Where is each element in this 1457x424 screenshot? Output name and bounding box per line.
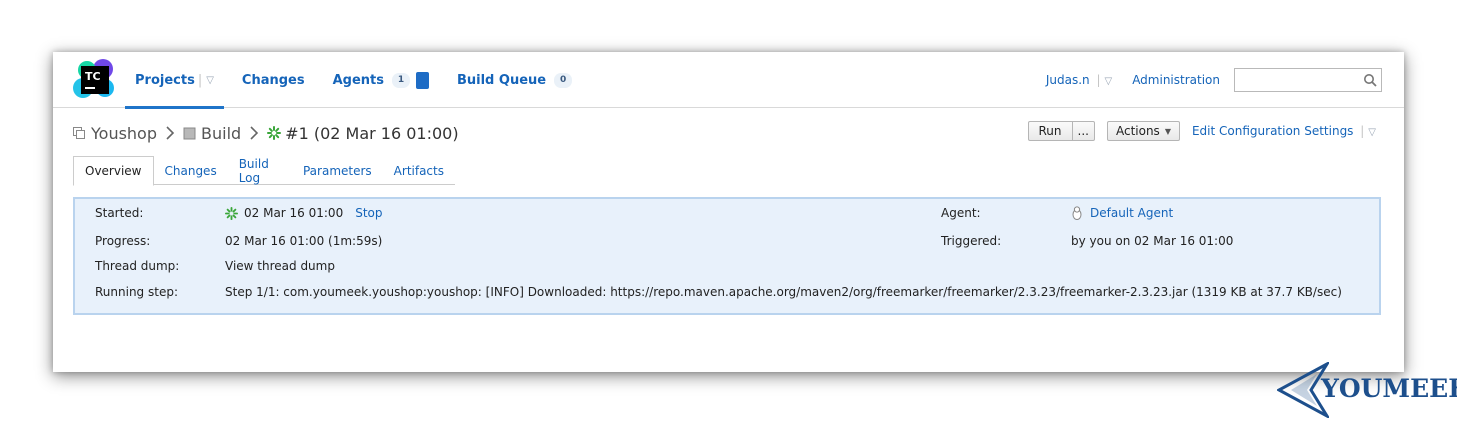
triggered-value: by you on 02 Mar 16 01:00 [1071, 234, 1234, 248]
breadcrumb-project[interactable]: Youshop [91, 124, 157, 143]
teamcity-logo[interactable]: TC [73, 58, 117, 102]
actions-button[interactable]: Actions ▼ [1106, 121, 1180, 141]
build-actions: Run ... Actions ▼ Edit Configuration Set… [1027, 120, 1376, 142]
nav-changes[interactable]: Changes [232, 52, 315, 108]
triggered-label: Triggered: [941, 234, 1002, 248]
chevron-down-icon[interactable]: ▽ [1104, 76, 1112, 87]
teamcity-window: TC Projects | ▽ Changes Agents 1 Build Q… [53, 52, 1404, 372]
agent-value: Default Agent [1071, 206, 1173, 220]
tab-artifacts[interactable]: Artifacts [383, 156, 455, 185]
nav-projects-label: Projects [135, 72, 195, 88]
thread-dump-label: Thread dump: [95, 259, 180, 273]
agent-link[interactable]: Default Agent [1090, 206, 1173, 220]
search-box [1234, 68, 1382, 92]
breadcrumb: Youshop Build #1 (02 Mar 16 01:00) [73, 122, 459, 144]
agent-label: Agent: [941, 206, 981, 220]
view-thread-dump-link[interactable]: View thread dump [225, 259, 335, 273]
nav-separator: | [197, 72, 203, 88]
user-menu[interactable]: Judas.n | ▽ [1046, 73, 1112, 87]
chevron-down-icon[interactable]: ▽ [1368, 127, 1376, 138]
header-right: Judas.n | ▽ Administration [1046, 52, 1382, 108]
actions-label: Actions [1115, 124, 1160, 138]
started-label: Started: [95, 206, 144, 220]
user-name: Judas.n [1045, 73, 1090, 87]
run-button[interactable]: Run [1027, 121, 1073, 141]
running-step-value: Step 1/1: com.youmeek.youshop:youshop: [… [225, 285, 1342, 299]
progress-value: 02 Mar 16 01:00 (1m:59s) [225, 234, 383, 248]
teamcity-logo-icon: TC [73, 59, 114, 98]
chevron-right-icon [250, 126, 259, 140]
chevron-down-icon[interactable]: ▽ [206, 75, 214, 86]
build-config-icon [183, 127, 196, 139]
running-step-label: Running step: [95, 285, 178, 299]
chevron-right-icon [166, 126, 175, 140]
nav-build-queue-label: Build Queue [456, 72, 547, 88]
tab-changes[interactable]: Changes [154, 156, 228, 185]
agent-status-icon [415, 71, 429, 89]
queue-count-badge: 0 [554, 72, 573, 88]
running-spinner-icon [267, 126, 282, 140]
run-custom-button[interactable]: ... [1072, 121, 1095, 141]
started-time: 02 Mar 16 01:00 [244, 206, 344, 220]
caret-down-icon: ▼ [1164, 126, 1171, 136]
main-nav: Projects | ▽ Changes Agents 1 Build Queu… [125, 52, 590, 109]
build-details-panel: Started: 02 Mar 16 01:00 Stop Agent: Def… [73, 197, 1381, 315]
youmeek-watermark: YOUMEEK [1277, 360, 1457, 420]
edit-configuration-link[interactable]: Edit Configuration Settings | ▽ [1192, 124, 1376, 138]
nav-build-queue[interactable]: Build Queue 0 [447, 52, 582, 108]
nav-agents-label: Agents [332, 72, 384, 88]
started-value: 02 Mar 16 01:00 Stop [225, 206, 383, 220]
user-separator: | [1092, 73, 1101, 87]
build-tabs: Overview Changes Build Log Parameters Ar… [73, 156, 455, 186]
progress-label: Progress: [95, 234, 151, 248]
watermark-text: YOUMEEK [1321, 374, 1457, 403]
running-spinner-icon [225, 206, 238, 220]
stop-link[interactable]: Stop [355, 206, 382, 220]
search-icon[interactable] [1363, 73, 1377, 87]
search-input[interactable] [1235, 69, 1381, 91]
tab-build-log[interactable]: Build Log [228, 156, 292, 185]
edit-configuration-label: Edit Configuration Settings [1191, 124, 1354, 138]
nav-changes-label: Changes [241, 72, 305, 88]
breadcrumb-build-config[interactable]: Build [201, 124, 241, 143]
nav-projects[interactable]: Projects | ▽ [125, 52, 224, 109]
edit-separator: | [1356, 124, 1365, 138]
tab-parameters[interactable]: Parameters [292, 156, 383, 185]
nav-agents[interactable]: Agents 1 [323, 52, 439, 108]
administration-link[interactable]: Administration [1132, 73, 1220, 87]
page-title: #1 (02 Mar 16 01:00) [285, 123, 459, 143]
project-icon [73, 126, 85, 139]
tab-overview[interactable]: Overview [73, 156, 154, 186]
top-header: TC Projects | ▽ Changes Agents 1 Build Q… [53, 52, 1404, 109]
agents-count-badge: 1 [391, 72, 410, 88]
logo-text: TC [85, 70, 101, 83]
linux-icon [1072, 206, 1082, 220]
